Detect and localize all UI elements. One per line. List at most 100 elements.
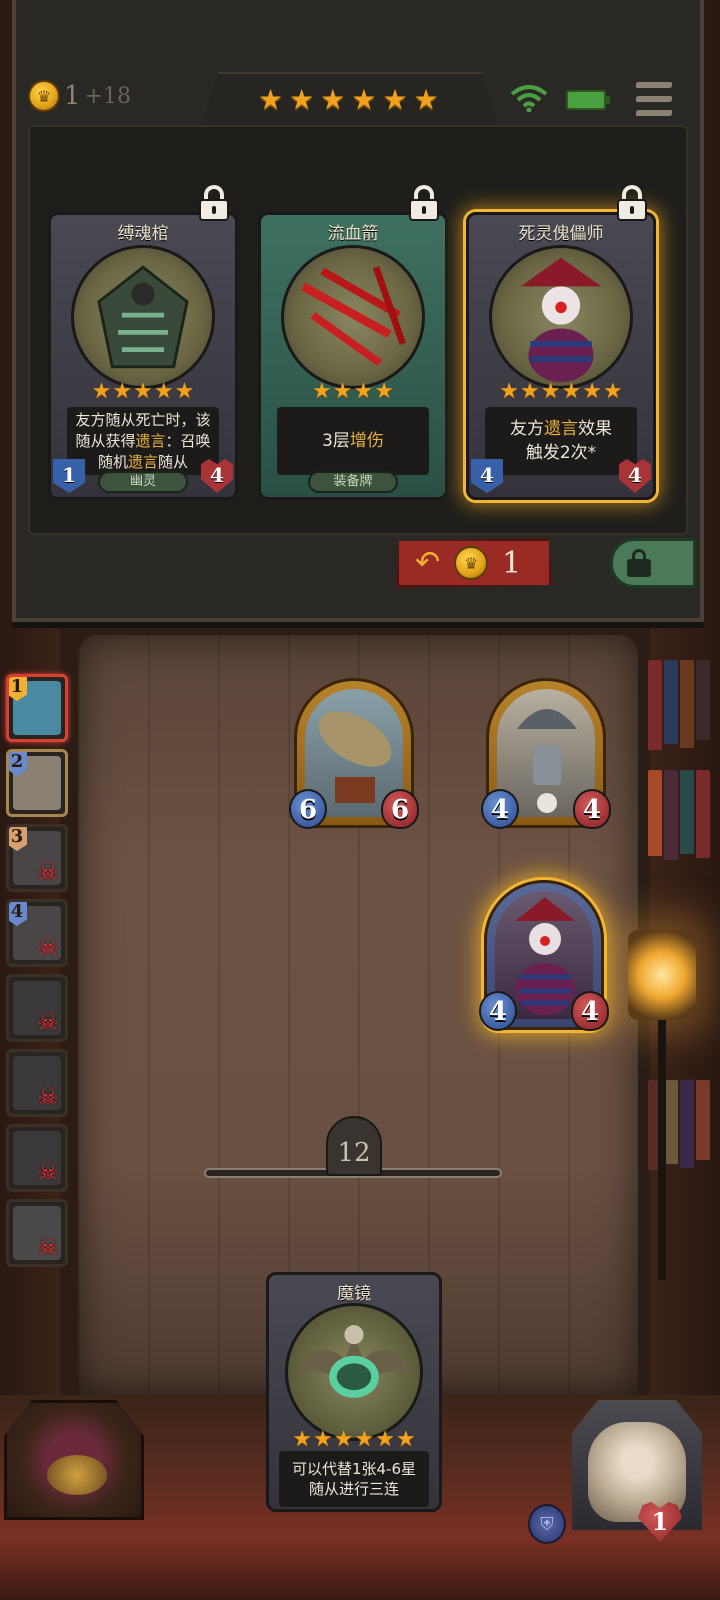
hand-card[interactable]: 魔镜 ★ ★ ★ ★ ★ ★ 可以代替1张4-6星 随从进行三连 (266, 1272, 442, 1512)
shop-card-stars: ★ ★ ★ ★ ★ (51, 381, 235, 403)
hand-card-stars: ★ ★ ★ ★ ★ ★ (269, 1429, 439, 1451)
keyword: 增伤 (349, 430, 384, 451)
gold-coin-icon: ♛ (454, 546, 489, 580)
roster-player[interactable]: 1 (6, 674, 68, 742)
minion-attack: 6 (289, 789, 327, 829)
star-icon: ★ (353, 379, 374, 404)
hand-card-desc-line: 可以代替1张4-6星 (291, 1460, 417, 1478)
keyword: 遗言 (127, 452, 158, 471)
skull-crossbones-icon: ☠ (37, 1158, 59, 1186)
turn-timer: 12 (326, 1116, 382, 1176)
freeze-shop-button[interactable] (610, 538, 696, 588)
board-minion-puppeteer[interactable]: 4 4 (479, 880, 609, 1031)
lock-icon[interactable] (407, 185, 441, 221)
star-icon: ★ (602, 379, 623, 404)
roster-player[interactable]: ☠ (6, 974, 68, 1042)
shop-card-stars: ★ ★ ★ ★ (261, 381, 445, 403)
shop-card-attack: 1 (53, 459, 85, 493)
shop-card-stars: ★ ★ ★ ★ ★ ★ (469, 381, 653, 403)
shop-card-health: 4 (619, 459, 651, 493)
bookshelf-row (648, 660, 710, 750)
shop-card[interactable]: 缚魂棺 ★ ★ ★ ★ ★ 友方随从死亡时，该随从获得遗言：召唤随机遗言随从 幽灵 1 4 (48, 185, 238, 500)
minion-health: 4 (573, 789, 611, 829)
shield-icon: ⛨ (528, 1504, 566, 1544)
roster-player[interactable]: 4 ☠ (6, 899, 68, 967)
star-icon: ★ (540, 379, 561, 404)
shop-card-name: 死灵傀儡师 (518, 224, 604, 244)
shop-card-art (281, 245, 425, 389)
shop-card-description: 友方遗言效果 触发2次* (485, 407, 637, 475)
tavern-tier-stars: ★ ★ ★ ★ ★ ★ (258, 86, 439, 114)
skull-crossbones-icon: ☠ (37, 933, 59, 961)
tier-star-icon: ★ (289, 83, 315, 116)
shop-card-tribe-tag: 幽灵 (98, 471, 188, 493)
refresh-button[interactable]: ↶ ♛ 1 (396, 538, 552, 588)
star-icon: ★ (332, 379, 353, 404)
board-minion-bell-robot[interactable]: 4 4 (481, 678, 611, 829)
treasure-chest-button[interactable] (4, 1400, 144, 1520)
shop-card-attack: 4 (471, 459, 503, 493)
shop-card-health: 4 (201, 459, 233, 493)
tier-star-icon: ★ (351, 83, 377, 116)
star-icon: ★ (354, 1427, 375, 1452)
bookshelf-row (648, 770, 710, 860)
star-icon: ★ (133, 379, 153, 404)
desc-text: 随从 (158, 452, 189, 471)
keyword: 遗言 (135, 431, 166, 450)
star-icon: ★ (153, 379, 174, 404)
gold-coin-icon: ♛ (28, 80, 60, 112)
star-icon: ★ (174, 379, 195, 404)
desc-text: 友方 (510, 419, 544, 439)
lock-icon[interactable] (197, 185, 231, 221)
star-icon: ★ (312, 379, 332, 404)
hero-portrait[interactable] (572, 1400, 702, 1530)
lantern-decoration (628, 930, 696, 1020)
desc-text: 效果 (578, 419, 612, 439)
battery-icon (566, 90, 610, 110)
gold-income: +18 (84, 83, 131, 109)
magic-mirror-art (285, 1303, 423, 1441)
wifi-icon (510, 85, 548, 112)
hand-card-desc-line: 随从进行三连 (308, 1480, 399, 1498)
gold-display: ♛ 1 +18 (28, 80, 131, 112)
star-icon: ★ (561, 379, 582, 404)
lock-icon (627, 549, 651, 577)
shop-card[interactable]: 死灵傀儡师 ★ ★ ★ ★ ★ ★ 友方遗言效果 触发2次* 4 4 (466, 185, 656, 500)
lock-icon[interactable] (615, 185, 649, 221)
star-icon: ★ (395, 1427, 416, 1452)
roster-player[interactable]: ☠ (6, 1199, 68, 1267)
refresh-cost: 1 (502, 545, 522, 581)
tier-star-icon: ★ (258, 83, 284, 116)
star-icon: ★ (499, 379, 520, 404)
lantern-pole (658, 1020, 666, 1280)
skull-crossbones-icon: ☠ (37, 1008, 59, 1036)
skull-crossbones-icon: ☠ (37, 858, 59, 886)
gold-amount: 1 (64, 81, 81, 111)
tier-star-icon: ★ (320, 83, 346, 116)
roster-player[interactable]: ☠ (6, 1124, 68, 1192)
skull-crossbones-icon: ☠ (37, 1233, 59, 1261)
star-icon: ★ (112, 379, 133, 404)
star-icon: ★ (91, 379, 112, 404)
treasure-icon (47, 1455, 107, 1495)
shop-card-tribe-tag: 装备牌 (308, 471, 398, 493)
menu-button[interactable] (635, 82, 673, 116)
hand-card-description: 可以代替1张4-6星 随从进行三连 (279, 1451, 429, 1507)
roster-player[interactable]: ☠ (6, 1049, 68, 1117)
shop-card-art (71, 245, 215, 389)
shop-card[interactable]: 流血箭 ★ ★ ★ ★ 3层增伤 装备牌 (258, 185, 448, 500)
roster-player[interactable]: 2 (6, 749, 68, 817)
minion-health: 4 (571, 991, 609, 1031)
roster-player[interactable]: 3 ☠ (6, 824, 68, 892)
shop-card-name: 缚魂棺 (117, 224, 169, 244)
board-minion-airship[interactable]: 6 6 (289, 678, 419, 829)
star-icon: ★ (520, 379, 540, 404)
star-icon: ★ (582, 379, 602, 404)
star-icon: ★ (313, 1427, 333, 1452)
tier-star-icon: ★ (382, 83, 408, 116)
skull-crossbones-icon: ☠ (37, 1083, 59, 1111)
minion-health: 6 (381, 789, 419, 829)
refresh-icon: ↶ (415, 545, 441, 580)
shop-card-name: 流血箭 (327, 224, 379, 244)
star-icon: ★ (374, 379, 394, 404)
